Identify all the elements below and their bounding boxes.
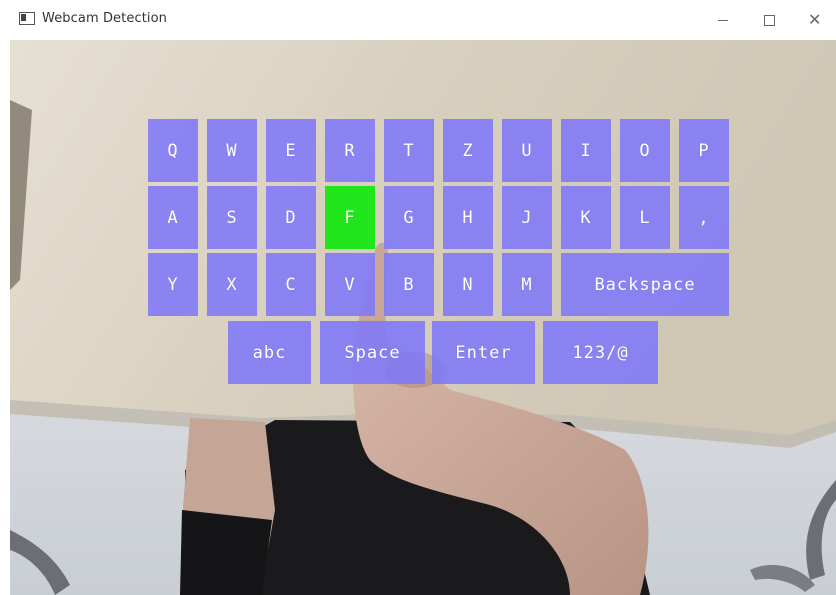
key-m[interactable]: M (502, 253, 552, 316)
key-k[interactable]: K (561, 186, 611, 249)
key-v[interactable]: V (325, 253, 375, 316)
key-u[interactable]: U (502, 119, 552, 182)
close-button[interactable]: ✕ (792, 0, 836, 40)
key-backspace[interactable]: Backspace (561, 253, 729, 316)
minimize-icon (718, 20, 728, 21)
minimize-button[interactable] (700, 0, 746, 40)
key-o[interactable]: O (620, 119, 670, 182)
key-t[interactable]: T (384, 119, 434, 182)
webcam-feed: Q W E R T Z U I O P A S D F G H J K L , … (10, 40, 836, 595)
title-bar: Webcam Detection ✕ (0, 0, 836, 40)
key-y[interactable]: Y (148, 253, 198, 316)
virtual-keyboard: Q W E R T Z U I O P A S D F G H J K L , … (10, 40, 836, 595)
app-window-icon (19, 12, 35, 25)
maximize-button[interactable] (746, 0, 792, 40)
key-q[interactable]: Q (148, 119, 198, 182)
key-e[interactable]: E (266, 119, 316, 182)
key-i[interactable]: I (561, 119, 611, 182)
key-s[interactable]: S (207, 186, 257, 249)
close-icon: ✕ (808, 10, 822, 29)
window-title: Webcam Detection (42, 11, 168, 26)
key-g[interactable]: G (384, 186, 434, 249)
key-f-active[interactable]: F (325, 186, 375, 249)
key-n[interactable]: N (443, 253, 493, 316)
key-c[interactable]: C (266, 253, 316, 316)
key-comma[interactable]: , (679, 186, 729, 249)
key-d[interactable]: D (266, 186, 316, 249)
key-r[interactable]: R (325, 119, 375, 182)
maximize-icon (764, 15, 775, 26)
key-h[interactable]: H (443, 186, 493, 249)
key-123-at[interactable]: 123/@ (543, 321, 658, 384)
key-j[interactable]: J (502, 186, 552, 249)
key-p[interactable]: P (679, 119, 729, 182)
key-w[interactable]: W (207, 119, 257, 182)
key-b[interactable]: B (384, 253, 434, 316)
key-x[interactable]: X (207, 253, 257, 316)
key-space[interactable]: Space (320, 321, 425, 384)
app-window: Webcam Detection ✕ Q W E R T Z U I O P A… (0, 0, 836, 595)
key-z[interactable]: Z (443, 119, 493, 182)
key-abc[interactable]: abc (228, 321, 311, 384)
key-l[interactable]: L (620, 186, 670, 249)
key-enter[interactable]: Enter (432, 321, 535, 384)
key-a[interactable]: A (148, 186, 198, 249)
